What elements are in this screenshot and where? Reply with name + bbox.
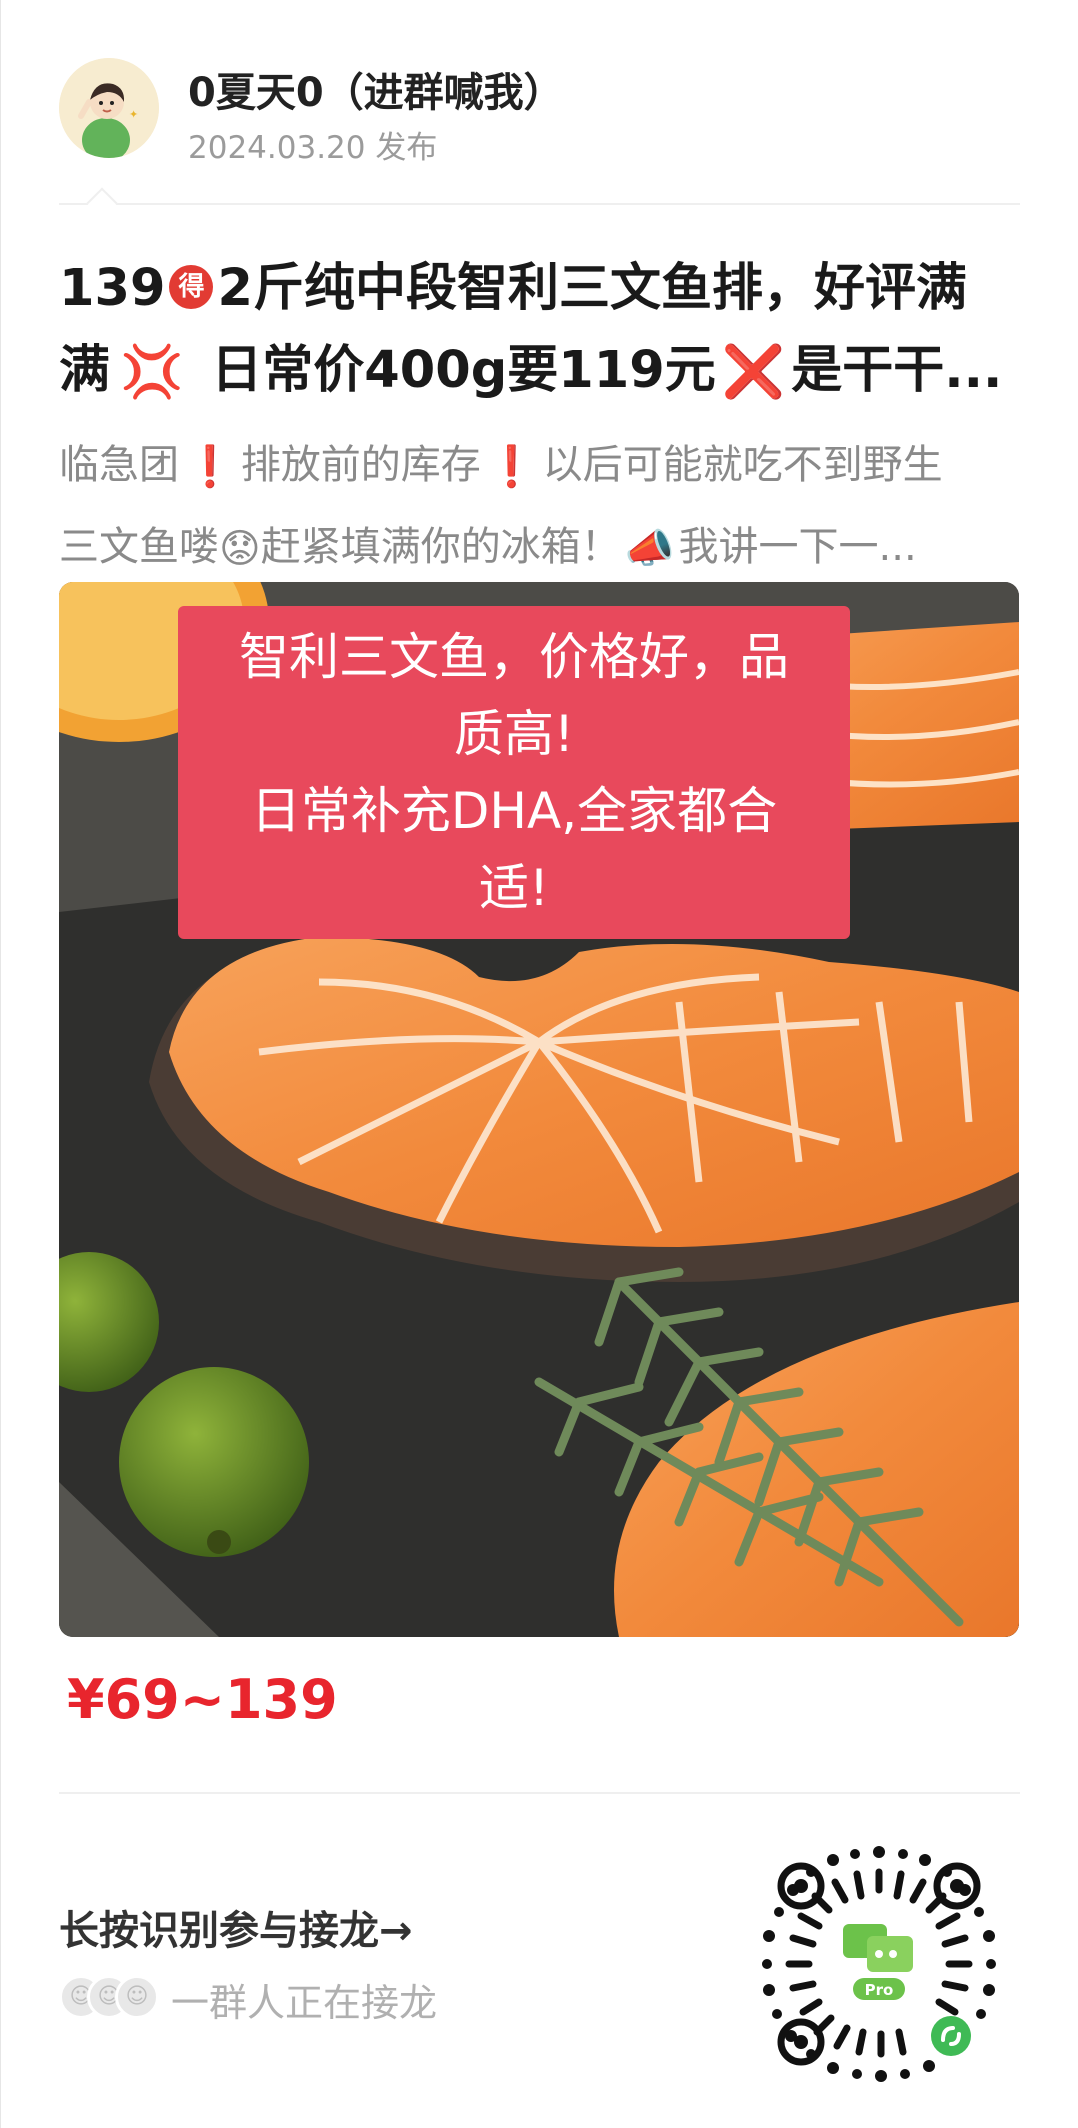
desc-line-1: 临急团 ❗ 排放前的库存 ❗ 以后可能就吃不到野生 (59, 425, 1049, 507)
promo-banner-text: 智利三文鱼，价格好，品 质高! 日常补充DHA,全家都合 适! (239, 627, 789, 917)
post-date: 2024.03.20 发布 (188, 130, 438, 166)
participant-avatars: ☺ ☺ ☺ (59, 1975, 159, 2019)
megaphone-icon: 📣 (624, 526, 675, 572)
price-range: ¥69~139 (67, 1668, 338, 1731)
author-name[interactable]: 0夏天0（进群喊我） (188, 60, 564, 118)
promo-banner: 智利三文鱼，价格好，品 质高! 日常补充DHA,全家都合 适! (178, 606, 850, 939)
title-line-1: 139 得 2斤纯中段智利三文鱼排，好评满 (59, 259, 967, 318)
post-card: ✦ 0夏天0（进群喊我） 2024.03.20 发布 139 得 2斤纯中段智利三文… (0, 0, 1078, 2128)
join-prompt[interactable]: 长按识别参与接龙→ (59, 1898, 413, 1956)
qr-badge-label: Pro (865, 1981, 894, 1999)
exclamation-icon: ❗ (185, 444, 235, 490)
join-subtitle: 一群人正在接龙 (171, 1981, 438, 2025)
post-title[interactable]: 139 得 2斤纯中段智利三文鱼排，好评满 满 💢 日常价400g要119元 ❌ 是干干.… (59, 248, 1039, 414)
participant-avatar: ☺ (115, 1975, 159, 2019)
title-line-2: 满 💢 日常价400g要119元 ❌ 是干干... (59, 330, 1039, 414)
desc-line-2: 三文鱼喽😟赶紧填满你的冰箱！ 📣 我讲一下一... (59, 507, 1049, 589)
post-description[interactable]: 临急团 ❗ 排放前的库存 ❗ 以后可能就吃不到野生 三文鱼喽😟赶紧填满你的冰箱！ 📣 我讲一… (59, 425, 1049, 589)
mini-program-qr-code[interactable]: Pro (753, 1838, 1005, 2090)
exclamation-icon: ❗ (486, 444, 537, 490)
svg-text:✦: ✦ (129, 108, 138, 121)
header-divider (59, 203, 1020, 205)
divider-notch (86, 187, 118, 219)
author-avatar[interactable]: ✦ (59, 58, 159, 158)
worried-face-icon: 😟 (219, 526, 261, 572)
product-image[interactable]: 智利三文鱼，价格好，品 质高! 日常补充DHA,全家都合 适! (59, 582, 1019, 1637)
price-divider (59, 1792, 1020, 1794)
cross-mark-icon: ❌ (721, 343, 786, 402)
anger-icon: 💢 (120, 343, 184, 402)
de-badge-icon: 得 (169, 265, 214, 309)
